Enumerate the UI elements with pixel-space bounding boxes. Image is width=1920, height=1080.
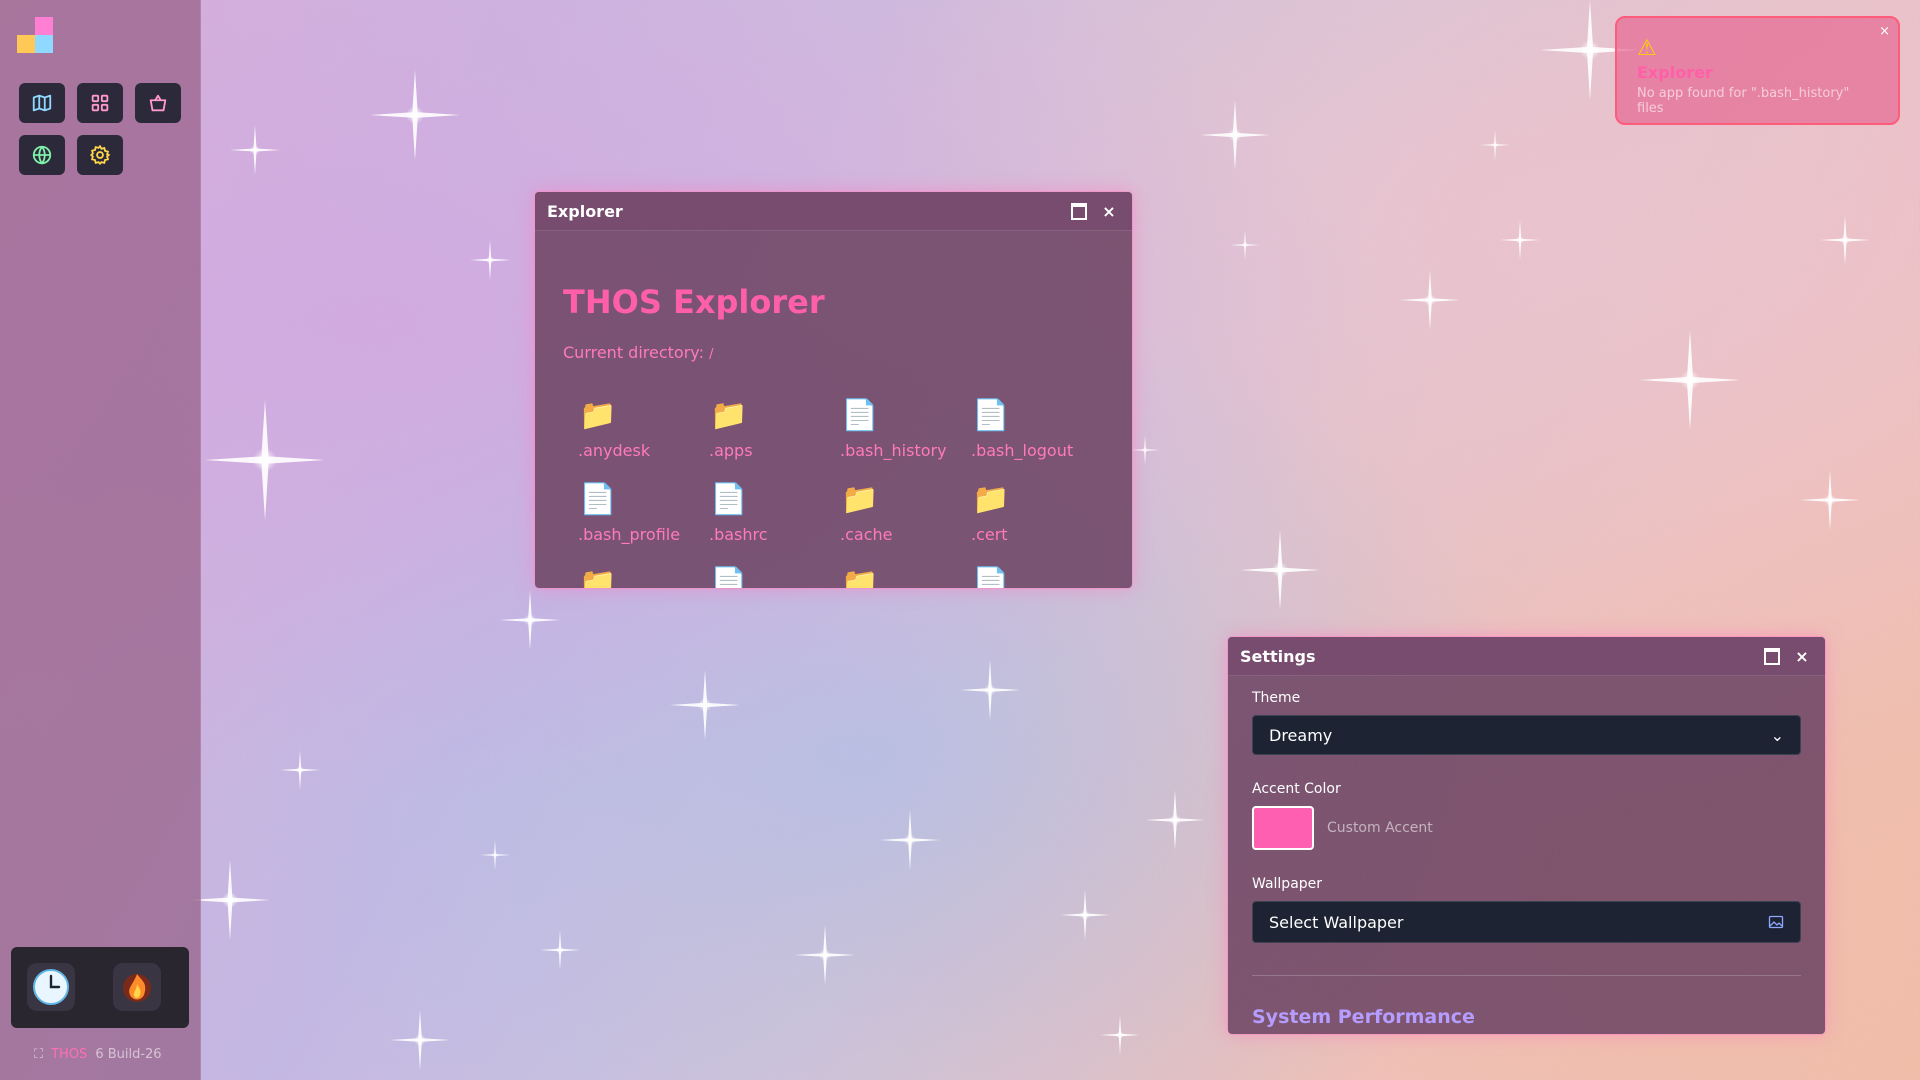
dock-fire-app[interactable] (113, 963, 161, 1011)
explorer-window: Explorer × THOS Explorer Current directo… (535, 192, 1132, 588)
fullscreen-icon[interactable]: ⛶ (34, 1047, 43, 1062)
settings-titlebar[interactable]: Settings × (1228, 637, 1825, 676)
file-item[interactable]: 📁 .cert (956, 480, 1087, 550)
accent-color-label: Accent Color (1252, 781, 1341, 797)
close-icon: × (1795, 646, 1809, 666)
version-label: ⛶ THOS 6 Build-26 (34, 1047, 162, 1062)
system-performance-heading: System Performance (1252, 1006, 1475, 1028)
explorer-titlebar[interactable]: Explorer × (535, 192, 1132, 231)
file-name: .bash_history (840, 441, 947, 460)
window-title: Settings (1240, 646, 1316, 666)
file-name: .bash_profile (578, 525, 681, 544)
file-name: .bash_logout (971, 441, 1074, 460)
explorer-content: THOS Explorer Current directory: / 📁 .any… (535, 231, 1132, 588)
file-icon: 📄 (710, 566, 748, 588)
file-icon: 📄 (579, 482, 617, 517)
theme-label: Theme (1252, 690, 1301, 706)
maximize-icon (1071, 202, 1087, 220)
file-item[interactable]: 📁 .anydesk (563, 396, 694, 466)
wallpaper-value: Select Wallpaper (1269, 912, 1404, 932)
warning-icon: ⚠ (1637, 36, 1657, 61)
close-button[interactable]: × (1791, 645, 1813, 667)
folder-icon: 📁 (710, 398, 748, 433)
accent-color-swatch[interactable] (1252, 806, 1314, 850)
folder-icon: 📁 (972, 482, 1010, 517)
settings-content: Theme Dreamy ⌄ Accent Color Custom Accen… (1228, 676, 1825, 1034)
version-brand: THOS (51, 1047, 88, 1062)
file-grid: 📁 .anydesk 📁 .apps 📄 .bash_history 📄 .bash_logo… (563, 396, 1104, 588)
file-item[interactable]: 📁 .apps (694, 396, 825, 466)
image-icon (1768, 915, 1784, 929)
file-item[interactable]: 📄 .bash_logout (956, 396, 1087, 466)
folder-icon: 📁 (841, 482, 879, 517)
current-directory-path: / (709, 347, 714, 362)
file-item[interactable]: 📁 (825, 564, 956, 588)
dock-clock-app[interactable] (27, 963, 75, 1011)
globe-icon (32, 145, 52, 165)
notification-message: No app found for ".bash_history" files (1637, 86, 1850, 116)
gear-icon (89, 144, 111, 166)
folder-icon: 📁 (579, 566, 617, 588)
file-icon: 📄 (972, 398, 1010, 433)
maximize-icon (1764, 647, 1780, 665)
map-icon (32, 94, 52, 112)
wallpaper-label: Wallpaper (1252, 876, 1323, 892)
close-icon: × (1102, 201, 1116, 221)
sidebar: ⛶ THOS 6 Build-26 (0, 0, 201, 1080)
file-item[interactable]: 📄 (694, 564, 825, 588)
accent-color-name: Custom Accent (1327, 820, 1433, 836)
file-item[interactable]: 📄 .bash_profile (563, 480, 694, 550)
chevron-down-icon: ⌄ (1770, 725, 1784, 745)
maximize-button[interactable] (1068, 200, 1090, 222)
wallpaper-select[interactable]: Select Wallpaper (1252, 901, 1801, 943)
notification-title: Explorer (1637, 63, 1713, 82)
file-icon: 📄 (972, 566, 1010, 588)
file-name: .cert (971, 525, 1008, 544)
current-directory: Current directory: / (563, 343, 1104, 362)
app-fire-icon (123, 974, 151, 1002)
version-build: 6 Build-26 (95, 1047, 162, 1062)
section-divider (1252, 975, 1801, 976)
file-icon: 📄 (710, 482, 748, 517)
file-item[interactable]: 📄 (956, 564, 1087, 588)
map-app-button[interactable] (19, 83, 65, 123)
notification-toast: × ⚠ Explorer No app found for ".bash_his… (1615, 16, 1900, 125)
folder-icon: 📁 (579, 398, 617, 433)
file-name: .apps (709, 441, 753, 460)
folder-icon: 📁 (841, 566, 879, 588)
settings-window: Settings × Theme Dreamy ⌄ Accent Color C… (1228, 637, 1825, 1034)
accent-color-row: Custom Accent (1252, 806, 1801, 850)
clock-icon (33, 969, 69, 1005)
file-name: .bashrc (709, 525, 768, 544)
file-name: .cache (840, 525, 893, 544)
maximize-button[interactable] (1761, 645, 1783, 667)
close-icon[interactable]: × (1879, 24, 1890, 39)
file-icon: 📄 (841, 398, 879, 433)
thos-logo[interactable] (17, 17, 53, 53)
apps-grid-icon (91, 94, 109, 112)
file-name: .anydesk (578, 441, 651, 460)
theme-select[interactable]: Dreamy ⌄ (1252, 715, 1801, 755)
theme-value: Dreamy (1269, 725, 1333, 745)
file-item[interactable]: 📁 .cache (825, 480, 956, 550)
dock (11, 947, 189, 1028)
file-item[interactable]: 📄 .bashrc (694, 480, 825, 550)
shopping-bag-icon (149, 94, 167, 112)
explorer-heading: THOS Explorer (563, 283, 825, 321)
window-title: Explorer (547, 201, 623, 221)
settings-app-button[interactable] (77, 135, 123, 175)
store-button[interactable] (135, 83, 181, 123)
close-button[interactable]: × (1098, 200, 1120, 222)
browser-button[interactable] (19, 135, 65, 175)
file-item[interactable]: 📄 .bash_history (825, 396, 956, 466)
apps-grid-button[interactable] (77, 83, 123, 123)
current-directory-label: Current directory: (563, 343, 704, 362)
file-item[interactable]: 📁 (563, 564, 694, 588)
